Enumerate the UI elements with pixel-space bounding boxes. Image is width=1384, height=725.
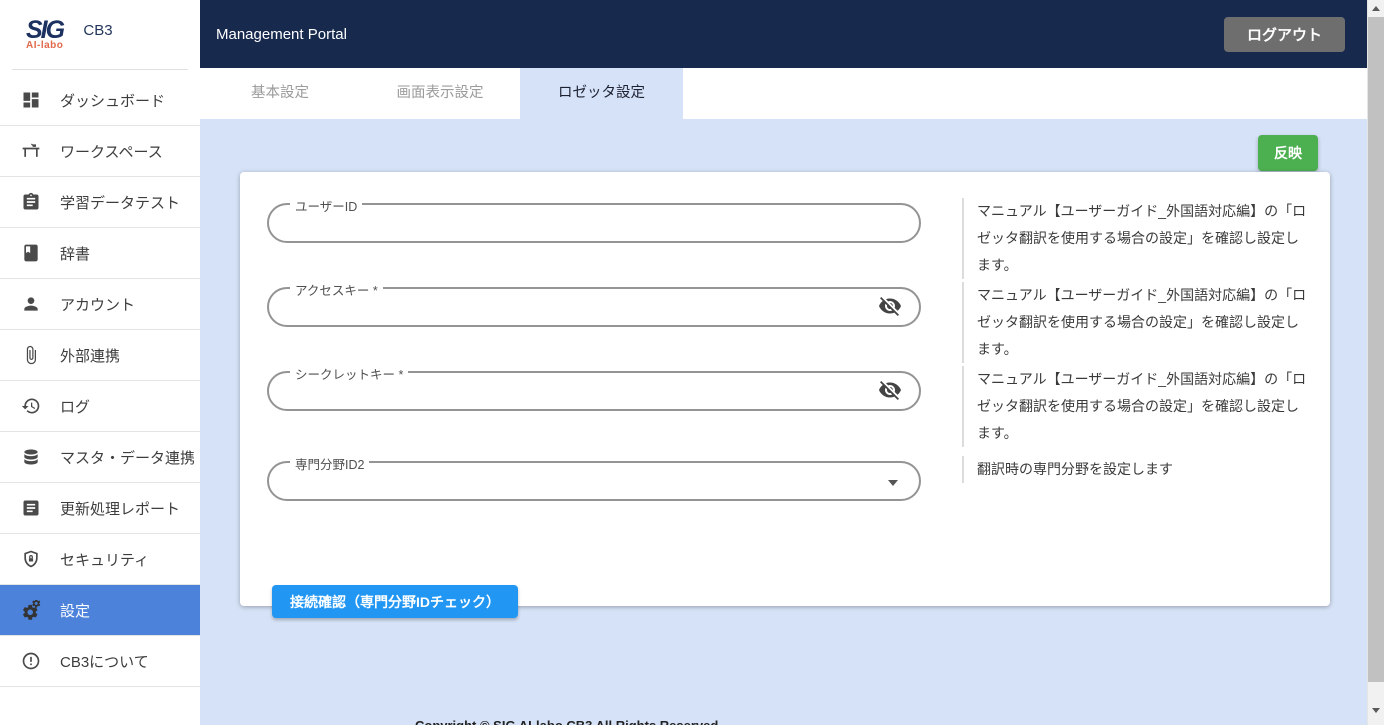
- help-text: マニュアル【ユーザーガイド_外国語対応編】の「ロゼッタ翻訳を使用する場合の設定」…: [977, 198, 1307, 279]
- person-icon: [20, 293, 42, 315]
- sidebar-item-workspace[interactable]: ワークスペース: [0, 126, 200, 177]
- book-icon: [20, 242, 42, 264]
- sidebar-item-account[interactable]: アカウント: [0, 279, 200, 330]
- user-id-input[interactable]: [269, 205, 919, 241]
- sidebar-item-about[interactable]: CB3について: [0, 636, 200, 687]
- sidebar-item-update-report[interactable]: 更新処理レポート: [0, 483, 200, 534]
- help-divider: [962, 366, 964, 447]
- gear-icon: [20, 599, 42, 621]
- help-divider: [962, 456, 964, 483]
- sidebar-item-label: 学習データテスト: [60, 192, 180, 213]
- logout-button[interactable]: ログアウト: [1224, 17, 1345, 52]
- chevron-down-icon[interactable]: [888, 480, 898, 486]
- sidebar-item-settings[interactable]: 設定: [0, 585, 200, 636]
- field-label: シークレットキー *: [290, 364, 408, 383]
- sidebar-item-label: CB3について: [60, 651, 149, 672]
- tab-rozetta-settings[interactable]: ロゼッタ設定: [520, 68, 683, 119]
- sidebar-item-label: ログ: [60, 396, 90, 417]
- field-label: ユーザーID: [290, 196, 362, 215]
- sidebar-item-label: 外部連携: [60, 345, 120, 366]
- app-header: Management Portal ログアウト: [200, 0, 1367, 68]
- help-text: マニュアル【ユーザーガイド_外国語対応編】の「ロゼッタ翻訳を使用する場合の設定」…: [977, 366, 1307, 447]
- visibility-off-icon[interactable]: [877, 378, 903, 404]
- form-row-user-id: ユーザーID マニュアル【ユーザーガイド_外国語対応編】の「ロゼッタ翻訳を使用す…: [240, 203, 1330, 243]
- sidebar-item-dashboard[interactable]: ダッシュボード: [0, 75, 200, 126]
- specialty-id-select[interactable]: 専門分野ID2: [267, 461, 921, 501]
- sidebar-item-label: マスタ・データ連携: [60, 447, 195, 468]
- help-text: マニュアル【ユーザーガイド_外国語対応編】の「ロゼッタ翻訳を使用する場合の設定」…: [977, 282, 1307, 363]
- field-label: アクセスキー *: [290, 280, 383, 299]
- form-row-secret-key: シークレットキー * マニュアル【ユーザーガイド_外国語対応編】の「ロゼッタ翻訳…: [240, 371, 1330, 411]
- access-key-field: アクセスキー *: [267, 287, 921, 327]
- database-icon: [20, 446, 42, 468]
- settings-card: ユーザーID マニュアル【ユーザーガイド_外国語対応編】の「ロゼッタ翻訳を使用す…: [240, 172, 1330, 606]
- scrollbar-thumb[interactable]: [1368, 17, 1384, 682]
- desk-icon: [20, 140, 42, 162]
- user-id-field: ユーザーID: [267, 203, 921, 243]
- sidebar: SIG AI-labo CB3 ダッシュボード ワークスペース 学習データテスト: [0, 0, 200, 725]
- logo-divider: [12, 69, 188, 70]
- history-icon: [20, 395, 42, 417]
- sidebar-item-external-integration[interactable]: 外部連携: [0, 330, 200, 381]
- help-text: 翻訳時の専門分野を設定します: [977, 456, 1307, 483]
- paperclip-icon: [20, 344, 42, 366]
- sidebar-item-label: ダッシュボード: [60, 90, 165, 111]
- help-divider: [962, 198, 964, 279]
- sidebar-item-log[interactable]: ログ: [0, 381, 200, 432]
- sidebar-item-label: アカウント: [60, 294, 135, 315]
- sidebar-item-master-data[interactable]: マスタ・データ連携: [0, 432, 200, 483]
- sidebar-item-learning-data-test[interactable]: 学習データテスト: [0, 177, 200, 228]
- report-icon: [20, 497, 42, 519]
- settings-tabbar: 基本設定 画面表示設定 ロゼッタ設定: [200, 68, 1367, 119]
- scroll-down-icon[interactable]: [1372, 708, 1380, 713]
- sidebar-item-security[interactable]: セキュリティ: [0, 534, 200, 585]
- sidebar-item-label: 辞書: [60, 243, 90, 264]
- shield-lock-icon: [20, 548, 42, 570]
- scroll-up-icon[interactable]: [1372, 6, 1380, 11]
- clipboard-icon: [20, 191, 42, 213]
- footer-copyright: Copyright © SIG AI-labo CB3 All Rights R…: [415, 718, 722, 725]
- help-divider: [962, 282, 964, 363]
- help-secret-key: マニュアル【ユーザーガイド_外国語対応編】の「ロゼッタ翻訳を使用する場合の設定」…: [962, 366, 1307, 447]
- help-user-id: マニュアル【ユーザーガイド_外国語対応編】の「ロゼッタ翻訳を使用する場合の設定」…: [962, 198, 1307, 279]
- sidebar-item-dictionary[interactable]: 辞書: [0, 228, 200, 279]
- sidebar-item-label: 更新処理レポート: [60, 498, 180, 519]
- secret-key-field: シークレットキー *: [267, 371, 921, 411]
- app-logo: SIG AI-labo CB3: [0, 0, 200, 69]
- sidebar-item-label: ワークスペース: [60, 141, 163, 162]
- main-area: Management Portal ログアウト 基本設定 画面表示設定 ロゼッタ…: [200, 0, 1367, 725]
- rozetta-settings-panel: 反映 ユーザーID マニュアル【ユーザーガイド_外国語対応編】の「ロゼッタ翻訳を…: [200, 119, 1367, 725]
- exclamation-circle-icon: [20, 650, 42, 672]
- connection-check-button[interactable]: 接続確認（専門分野IDチェック）: [272, 585, 518, 618]
- sidebar-menu: ダッシュボード ワークスペース 学習データテスト 辞書 アカウント: [0, 75, 200, 687]
- tab-basic-settings[interactable]: 基本設定: [200, 68, 360, 119]
- help-access-key: マニュアル【ユーザーガイド_外国語対応編】の「ロゼッタ翻訳を使用する場合の設定」…: [962, 282, 1307, 363]
- sidebar-item-label: セキュリティ: [60, 549, 149, 570]
- help-specialty-id: 翻訳時の専門分野を設定します: [962, 456, 1307, 483]
- dashboard-icon: [20, 89, 42, 111]
- sig-logo: SIG AI-labo: [26, 18, 63, 51]
- logo-product-name: CB3: [83, 22, 112, 39]
- logo-secondary-text: AI-labo: [26, 41, 63, 51]
- tab-display-settings[interactable]: 画面表示設定: [360, 68, 520, 119]
- apply-button[interactable]: 反映: [1258, 135, 1318, 171]
- vertical-scrollbar[interactable]: [1367, 0, 1384, 725]
- visibility-off-icon[interactable]: [877, 294, 903, 320]
- field-label: 専門分野ID2: [290, 454, 369, 473]
- form-row-specialty-id: 専門分野ID2 翻訳時の専門分野を設定します: [240, 461, 1330, 501]
- sidebar-item-label: 設定: [60, 600, 90, 621]
- page-title: Management Portal: [216, 26, 347, 43]
- form-row-access-key: アクセスキー * マニュアル【ユーザーガイド_外国語対応編】の「ロゼッタ翻訳を使…: [240, 287, 1330, 327]
